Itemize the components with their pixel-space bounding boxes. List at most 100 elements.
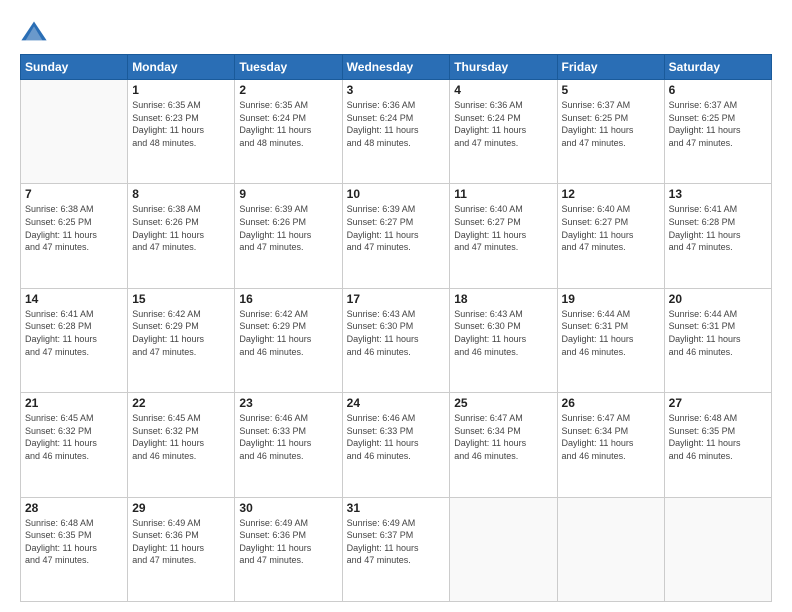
day-number: 17 [347, 292, 446, 306]
day-number: 20 [669, 292, 767, 306]
column-header-tuesday: Tuesday [235, 55, 342, 80]
day-number: 15 [132, 292, 230, 306]
day-cell: 13 Sunrise: 6:41 AM Sunset: 6:28 PM Dayli… [664, 184, 771, 288]
day-cell: 11 Sunrise: 6:40 AM Sunset: 6:27 PM Dayli… [450, 184, 557, 288]
day-info: Sunrise: 6:39 AM Sunset: 6:27 PM Dayligh… [347, 203, 446, 253]
day-info: Sunrise: 6:45 AM Sunset: 6:32 PM Dayligh… [132, 412, 230, 462]
week-row-5: 28Sunrise: 6:48 AM Sunset: 6:35 PM Dayli… [21, 497, 772, 601]
day-number: 3 [347, 83, 446, 97]
page: SundayMondayTuesdayWednesdayThursdayFrid… [0, 0, 792, 612]
day-cell: 8Sunrise: 6:38 AM Sunset: 6:26 PM Daylig… [128, 184, 235, 288]
day-cell: 30 Sunrise: 6:49 AM Sunset: 6:36 PM Dayli… [235, 497, 342, 601]
day-cell: 10 Sunrise: 6:39 AM Sunset: 6:27 PM Dayli… [342, 184, 450, 288]
day-number: 18 [454, 292, 552, 306]
column-header-saturday: Saturday [664, 55, 771, 80]
day-info: Sunrise: 6:45 AM Sunset: 6:32 PM Dayligh… [25, 412, 123, 462]
day-cell: 9 Sunrise: 6:39 AM Sunset: 6:26 PM Daylig… [235, 184, 342, 288]
week-row-4: 21 Sunrise: 6:45 AM Sunset: 6:32 PM Dayli… [21, 393, 772, 497]
week-row-2: 7 Sunrise: 6:38 AM Sunset: 6:25 PM Daylig… [21, 184, 772, 288]
day-number: 14 [25, 292, 123, 306]
column-header-monday: Monday [128, 55, 235, 80]
day-info: Sunrise: 6:47 AM Sunset: 6:34 PM Dayligh… [454, 412, 552, 462]
day-info: Sunrise: 6:48 AM Sunset: 6:35 PM Dayligh… [669, 412, 767, 462]
day-number: 9 [239, 187, 337, 201]
day-info: Sunrise: 6:44 AM Sunset: 6:31 PM Dayligh… [562, 308, 660, 358]
day-number: 4 [454, 83, 552, 97]
day-cell: 19 Sunrise: 6:44 AM Sunset: 6:31 PM Dayli… [557, 288, 664, 392]
day-number: 13 [669, 187, 767, 201]
logo-icon [20, 18, 48, 46]
calendar-header: SundayMondayTuesdayWednesdayThursdayFrid… [21, 55, 772, 80]
day-cell [557, 497, 664, 601]
day-info: Sunrise: 6:39 AM Sunset: 6:26 PM Dayligh… [239, 203, 337, 253]
day-number: 21 [25, 396, 123, 410]
day-cell: 20 Sunrise: 6:44 AM Sunset: 6:31 PM Dayli… [664, 288, 771, 392]
column-header-thursday: Thursday [450, 55, 557, 80]
day-cell: 22 Sunrise: 6:45 AM Sunset: 6:32 PM Dayli… [128, 393, 235, 497]
day-number: 19 [562, 292, 660, 306]
day-info: Sunrise: 6:38 AM Sunset: 6:25 PM Dayligh… [25, 203, 123, 253]
day-cell: 14 Sunrise: 6:41 AM Sunset: 6:28 PM Dayli… [21, 288, 128, 392]
day-cell: 4 Sunrise: 6:36 AM Sunset: 6:24 PM Daylig… [450, 80, 557, 184]
day-number: 11 [454, 187, 552, 201]
day-cell: 23Sunrise: 6:46 AM Sunset: 6:33 PM Dayli… [235, 393, 342, 497]
day-cell: 18Sunrise: 6:43 AM Sunset: 6:30 PM Dayli… [450, 288, 557, 392]
day-info: Sunrise: 6:35 AM Sunset: 6:23 PM Dayligh… [132, 99, 230, 149]
day-info: Sunrise: 6:41 AM Sunset: 6:28 PM Dayligh… [669, 203, 767, 253]
day-cell: 26Sunrise: 6:47 AM Sunset: 6:34 PM Dayli… [557, 393, 664, 497]
day-info: Sunrise: 6:42 AM Sunset: 6:29 PM Dayligh… [132, 308, 230, 358]
day-cell: 6Sunrise: 6:37 AM Sunset: 6:25 PM Daylig… [664, 80, 771, 184]
day-cell [450, 497, 557, 601]
day-number: 28 [25, 501, 123, 515]
day-number: 22 [132, 396, 230, 410]
day-number: 2 [239, 83, 337, 97]
day-number: 24 [347, 396, 446, 410]
day-cell: 27 Sunrise: 6:48 AM Sunset: 6:35 PM Dayli… [664, 393, 771, 497]
week-row-1: 1 Sunrise: 6:35 AM Sunset: 6:23 PM Daylig… [21, 80, 772, 184]
day-info: Sunrise: 6:40 AM Sunset: 6:27 PM Dayligh… [454, 203, 552, 253]
day-number: 10 [347, 187, 446, 201]
day-cell: 5 Sunrise: 6:37 AM Sunset: 6:25 PM Daylig… [557, 80, 664, 184]
day-number: 16 [239, 292, 337, 306]
day-info: Sunrise: 6:37 AM Sunset: 6:25 PM Dayligh… [562, 99, 660, 149]
day-cell: 16 Sunrise: 6:42 AM Sunset: 6:29 PM Dayli… [235, 288, 342, 392]
day-number: 7 [25, 187, 123, 201]
day-info: Sunrise: 6:49 AM Sunset: 6:36 PM Dayligh… [239, 517, 337, 567]
day-info: Sunrise: 6:41 AM Sunset: 6:28 PM Dayligh… [25, 308, 123, 358]
day-info: Sunrise: 6:38 AM Sunset: 6:26 PM Dayligh… [132, 203, 230, 253]
day-number: 25 [454, 396, 552, 410]
day-number: 29 [132, 501, 230, 515]
day-info: Sunrise: 6:47 AM Sunset: 6:34 PM Dayligh… [562, 412, 660, 462]
calendar-body: 1 Sunrise: 6:35 AM Sunset: 6:23 PM Daylig… [21, 80, 772, 602]
day-cell: 25 Sunrise: 6:47 AM Sunset: 6:34 PM Dayli… [450, 393, 557, 497]
day-info: Sunrise: 6:44 AM Sunset: 6:31 PM Dayligh… [669, 308, 767, 358]
day-cell: 2 Sunrise: 6:35 AM Sunset: 6:24 PM Daylig… [235, 80, 342, 184]
day-info: Sunrise: 6:42 AM Sunset: 6:29 PM Dayligh… [239, 308, 337, 358]
day-cell: 3 Sunrise: 6:36 AM Sunset: 6:24 PM Daylig… [342, 80, 450, 184]
day-cell: 7 Sunrise: 6:38 AM Sunset: 6:25 PM Daylig… [21, 184, 128, 288]
day-cell: 1 Sunrise: 6:35 AM Sunset: 6:23 PM Daylig… [128, 80, 235, 184]
header-row: SundayMondayTuesdayWednesdayThursdayFrid… [21, 55, 772, 80]
day-number: 1 [132, 83, 230, 97]
day-cell [21, 80, 128, 184]
day-cell: 31Sunrise: 6:49 AM Sunset: 6:37 PM Dayli… [342, 497, 450, 601]
day-cell [664, 497, 771, 601]
day-number: 23 [239, 396, 337, 410]
day-number: 5 [562, 83, 660, 97]
day-cell: 28Sunrise: 6:48 AM Sunset: 6:35 PM Dayli… [21, 497, 128, 601]
day-info: Sunrise: 6:36 AM Sunset: 6:24 PM Dayligh… [454, 99, 552, 149]
day-info: Sunrise: 6:49 AM Sunset: 6:37 PM Dayligh… [347, 517, 446, 567]
day-cell: 29 Sunrise: 6:49 AM Sunset: 6:36 PM Dayli… [128, 497, 235, 601]
day-cell: 15 Sunrise: 6:42 AM Sunset: 6:29 PM Dayli… [128, 288, 235, 392]
day-cell: 12Sunrise: 6:40 AM Sunset: 6:27 PM Dayli… [557, 184, 664, 288]
day-info: Sunrise: 6:36 AM Sunset: 6:24 PM Dayligh… [347, 99, 446, 149]
header [20, 18, 772, 46]
day-info: Sunrise: 6:49 AM Sunset: 6:36 PM Dayligh… [132, 517, 230, 567]
day-number: 30 [239, 501, 337, 515]
day-info: Sunrise: 6:37 AM Sunset: 6:25 PM Dayligh… [669, 99, 767, 149]
week-row-3: 14 Sunrise: 6:41 AM Sunset: 6:28 PM Dayli… [21, 288, 772, 392]
day-number: 27 [669, 396, 767, 410]
day-info: Sunrise: 6:46 AM Sunset: 6:33 PM Dayligh… [347, 412, 446, 462]
day-info: Sunrise: 6:35 AM Sunset: 6:24 PM Dayligh… [239, 99, 337, 149]
column-header-wednesday: Wednesday [342, 55, 450, 80]
